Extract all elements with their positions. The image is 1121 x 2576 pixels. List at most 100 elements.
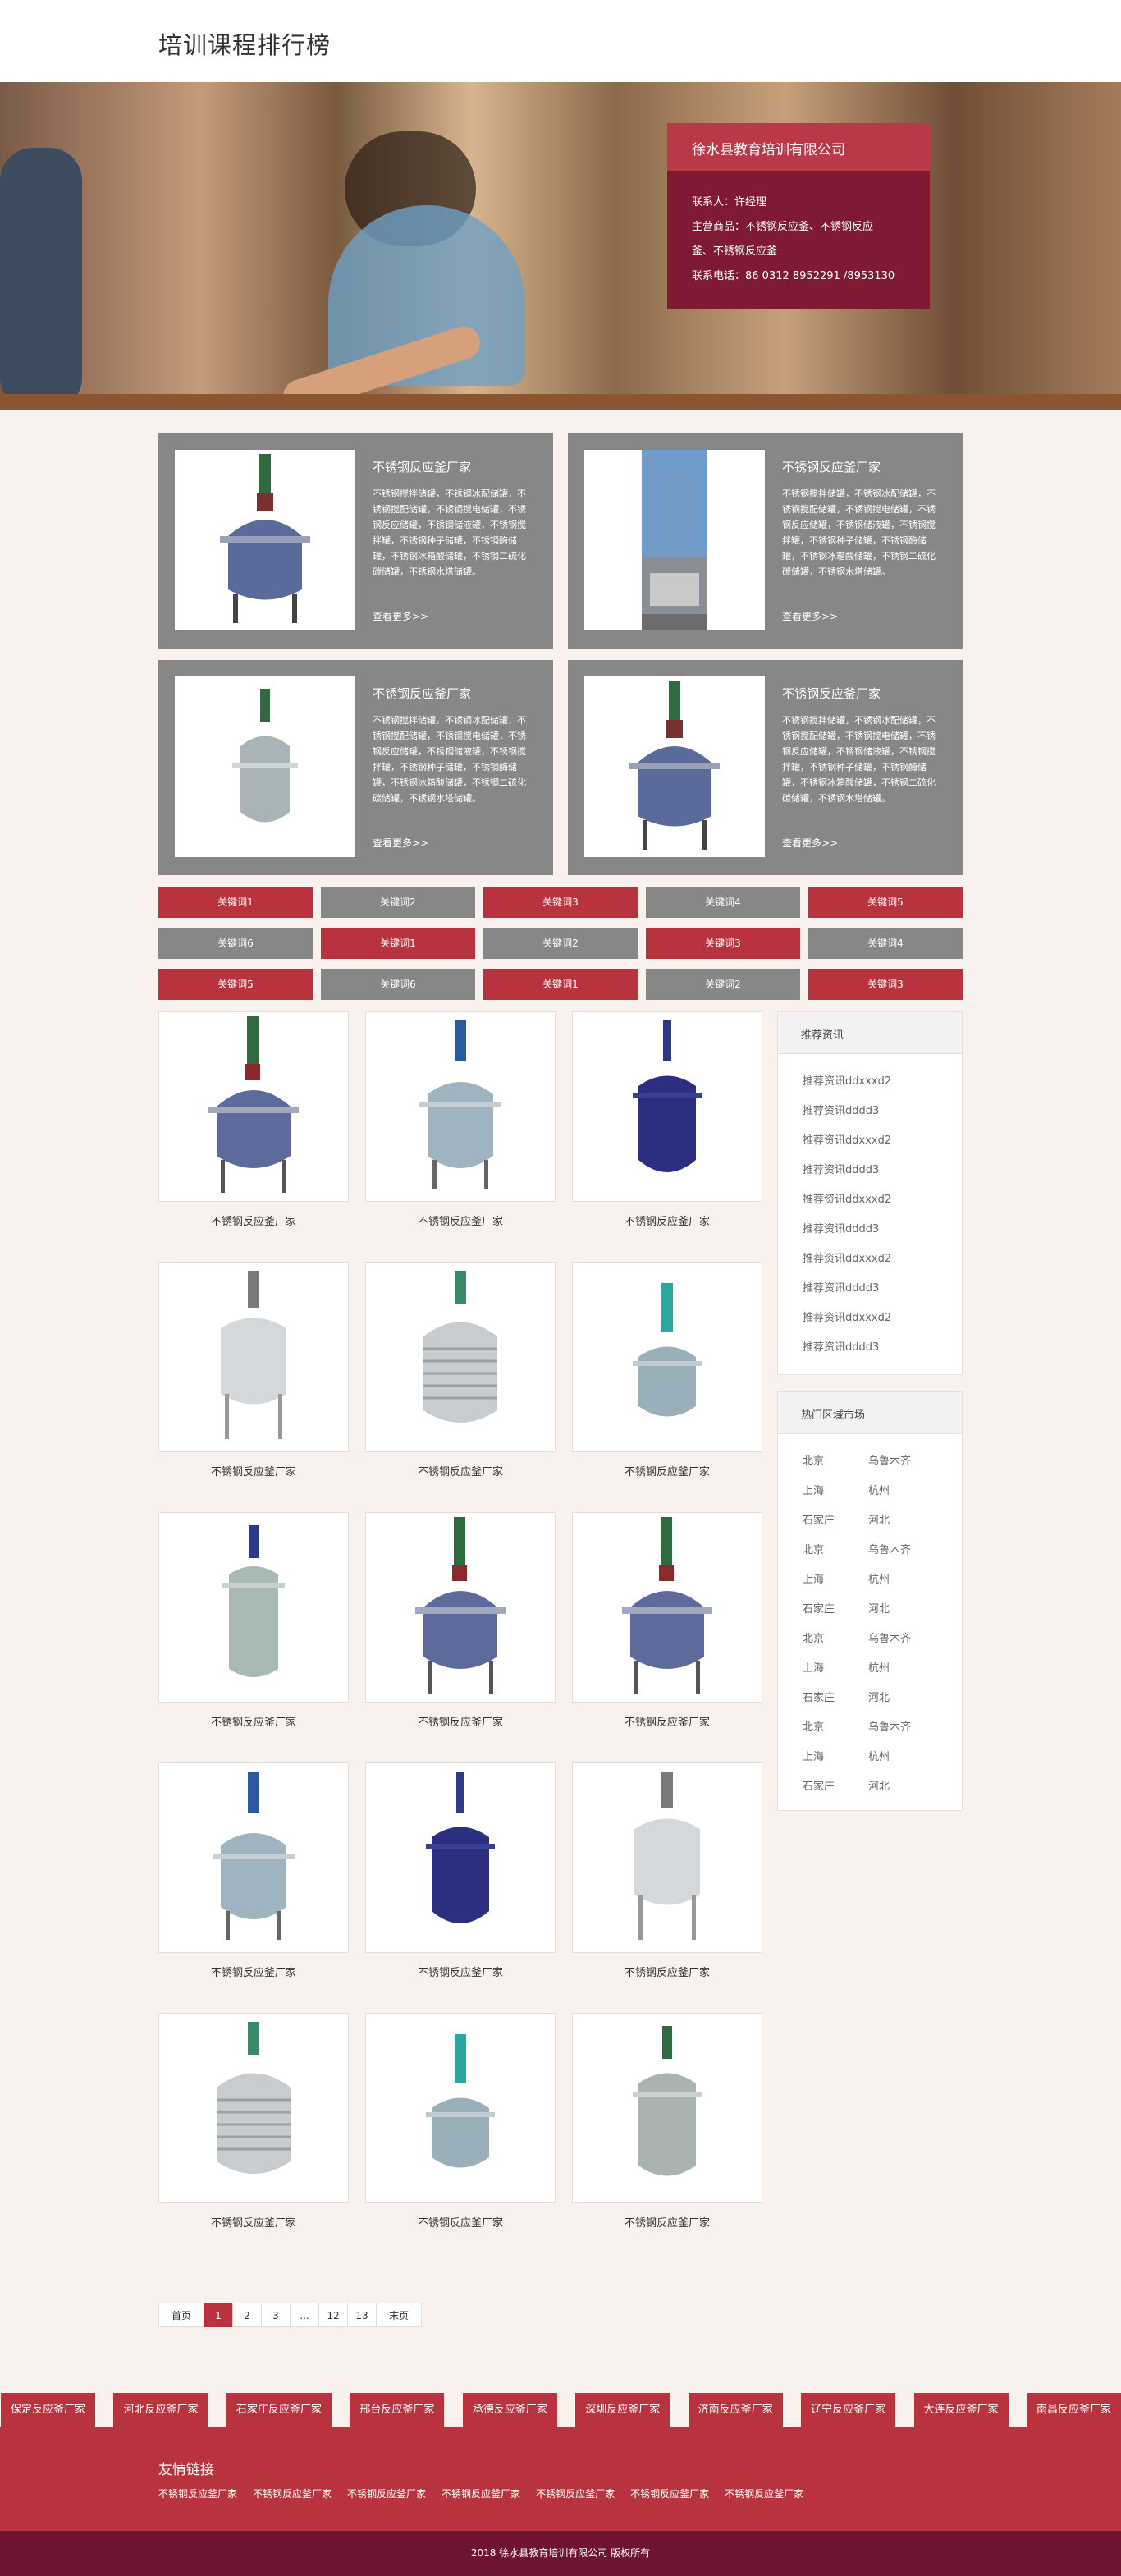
- news-link[interactable]: 推荐资讯ddxxxd2: [803, 1067, 962, 1097]
- reactor-image[interactable]: [572, 1512, 762, 1703]
- featured-card[interactable]: 不锈钢反应釜厂家 不锈钢搅拌储罐，不锈钢冰配储罐，不锈钢搅配储罐，不锈钢搅电储罐…: [158, 433, 553, 649]
- product-item[interactable]: 不锈钢反应釜厂家: [365, 1512, 556, 1729]
- news-link[interactable]: 推荐资讯ddxxxd2: [803, 1126, 962, 1156]
- product-item[interactable]: 不锈钢反应釜厂家: [158, 1512, 349, 1729]
- product-caption[interactable]: 不锈钢反应釜厂家: [572, 2214, 762, 2230]
- reactor-image[interactable]: [365, 1512, 556, 1703]
- city-reactor-link[interactable]: 承德反应釜厂家: [461, 2393, 557, 2427]
- city-link[interactable]: 上海: [803, 1743, 868, 1772]
- product-item[interactable]: 不锈钢反应釜厂家: [365, 1262, 556, 1478]
- keyword-tag[interactable]: 关键词3: [483, 887, 638, 918]
- city-link[interactable]: 河北: [868, 1684, 934, 1713]
- city-link[interactable]: 乌鲁木齐: [868, 1447, 934, 1477]
- product-item[interactable]: 不锈钢反应釜厂家: [365, 2013, 556, 2230]
- friend-link[interactable]: 不锈钢反应釜厂家: [158, 2487, 237, 2500]
- city-link[interactable]: 杭州: [868, 1743, 934, 1772]
- keyword-tag[interactable]: 关键词2: [483, 928, 638, 959]
- city-reactor-link[interactable]: 石家庄反应釜厂家: [225, 2393, 332, 2427]
- page-last-button[interactable]: 末页: [376, 2303, 422, 2327]
- city-reactor-link[interactable]: 辽宁反应釜厂家: [800, 2393, 896, 2427]
- view-more-link[interactable]: 查看更多>>: [782, 836, 838, 850]
- reactor-image[interactable]: [158, 2013, 349, 2203]
- view-more-link[interactable]: 查看更多>>: [373, 836, 428, 850]
- city-link[interactable]: 石家庄: [803, 1595, 868, 1625]
- friend-link[interactable]: 不锈钢反应釜厂家: [253, 2487, 332, 2500]
- product-caption[interactable]: 不锈钢反应釜厂家: [365, 1713, 556, 1729]
- product-item[interactable]: 不锈钢反应釜厂家: [572, 2013, 762, 2230]
- reactor-image[interactable]: [158, 1011, 349, 1202]
- keyword-tag[interactable]: 关键词5: [158, 969, 313, 1000]
- city-link[interactable]: 河北: [868, 1506, 934, 1536]
- product-item[interactable]: 不锈钢反应釜厂家: [158, 1011, 349, 1228]
- city-reactor-link[interactable]: 保定反应釜厂家: [0, 2393, 96, 2427]
- product-item[interactable]: 不锈钢反应釜厂家: [572, 1512, 762, 1729]
- product-item[interactable]: 不锈钢反应釜厂家: [365, 1762, 556, 1979]
- city-link[interactable]: 上海: [803, 1477, 868, 1506]
- page-2-button[interactable]: 2: [232, 2303, 262, 2327]
- view-more-link[interactable]: 查看更多>>: [373, 609, 428, 623]
- keyword-tag[interactable]: 关键词2: [646, 969, 800, 1000]
- product-caption[interactable]: 不锈钢反应釜厂家: [365, 2214, 556, 2230]
- product-item[interactable]: 不锈钢反应釜厂家: [158, 1762, 349, 1979]
- keyword-tag[interactable]: 关键词3: [646, 928, 800, 959]
- reactor-image[interactable]: [365, 1762, 556, 1953]
- friend-link[interactable]: 不锈钢反应釜厂家: [630, 2487, 709, 2500]
- reactor-image[interactable]: [158, 1512, 349, 1703]
- city-link[interactable]: 杭州: [868, 1477, 934, 1506]
- product-caption[interactable]: 不锈钢反应釜厂家: [158, 1463, 349, 1478]
- city-link[interactable]: 北京: [803, 1625, 868, 1654]
- featured-title[interactable]: 不锈钢反应釜厂家: [373, 458, 471, 475]
- keyword-tag[interactable]: 关键词4: [646, 887, 800, 918]
- reactor-image[interactable]: [365, 1011, 556, 1202]
- news-link[interactable]: 推荐资讯dddd3: [803, 1156, 962, 1185]
- product-caption[interactable]: 不锈钢反应釜厂家: [572, 1212, 762, 1228]
- reactor-image[interactable]: [365, 2013, 556, 2203]
- city-reactor-link[interactable]: 济南反应釜厂家: [687, 2393, 783, 2427]
- city-link[interactable]: 乌鲁木齐: [868, 1536, 934, 1565]
- reactor-image[interactable]: [158, 1262, 349, 1452]
- keyword-tag[interactable]: 关键词2: [321, 887, 475, 918]
- product-caption[interactable]: 不锈钢反应釜厂家: [158, 1713, 349, 1729]
- keyword-tag[interactable]: 关键词1: [158, 887, 313, 918]
- reactor-image[interactable]: [175, 676, 355, 857]
- city-link[interactable]: 北京: [803, 1536, 868, 1565]
- view-more-link[interactable]: 查看更多>>: [782, 609, 838, 623]
- product-caption[interactable]: 不锈钢反应釜厂家: [158, 2214, 349, 2230]
- product-item[interactable]: 不锈钢反应釜厂家: [572, 1262, 762, 1478]
- news-link[interactable]: 推荐资讯dddd3: [803, 1215, 962, 1244]
- page-3-button[interactable]: 3: [261, 2303, 291, 2327]
- city-link[interactable]: 北京: [803, 1713, 868, 1743]
- city-reactor-link[interactable]: 南昌反应釜厂家: [1025, 2393, 1121, 2427]
- reactor-image[interactable]: [175, 450, 355, 630]
- product-item[interactable]: 不锈钢反应釜厂家: [158, 2013, 349, 2230]
- city-link[interactable]: 上海: [803, 1565, 868, 1595]
- product-caption[interactable]: 不锈钢反应釜厂家: [158, 1964, 349, 1979]
- city-link[interactable]: 杭州: [868, 1565, 934, 1595]
- product-item[interactable]: 不锈钢反应釜厂家: [572, 1762, 762, 1979]
- product-caption[interactable]: 不锈钢反应釜厂家: [572, 1964, 762, 1979]
- reactor-image[interactable]: [572, 1011, 762, 1202]
- product-item[interactable]: 不锈钢反应釜厂家: [158, 1262, 349, 1478]
- city-link[interactable]: 杭州: [868, 1654, 934, 1684]
- city-reactor-link[interactable]: 邢台反应釜厂家: [349, 2393, 445, 2427]
- page-13-button[interactable]: 13: [347, 2303, 377, 2327]
- product-item[interactable]: 不锈钢反应釜厂家: [365, 1011, 556, 1228]
- page-first-button[interactable]: 首页: [158, 2303, 204, 2327]
- keyword-tag[interactable]: 关键词1: [321, 928, 475, 959]
- product-caption[interactable]: 不锈钢反应釜厂家: [572, 1713, 762, 1729]
- friend-link[interactable]: 不锈钢反应釜厂家: [536, 2487, 615, 2500]
- city-link[interactable]: 石家庄: [803, 1506, 868, 1536]
- product-caption[interactable]: 不锈钢反应釜厂家: [365, 1964, 556, 1979]
- city-link[interactable]: 石家庄: [803, 1684, 868, 1713]
- city-link[interactable]: 北京: [803, 1447, 868, 1477]
- product-caption[interactable]: 不锈钢反应釜厂家: [365, 1212, 556, 1228]
- featured-card[interactable]: 不锈钢反应釜厂家 不锈钢搅拌储罐，不锈钢冰配储罐，不锈钢搅配储罐，不锈钢搅电储罐…: [158, 660, 553, 875]
- reactor-image[interactable]: [572, 2013, 762, 2203]
- news-link[interactable]: 推荐资讯dddd3: [803, 1274, 962, 1304]
- reactor-image[interactable]: [572, 1262, 762, 1452]
- news-link[interactable]: 推荐资讯dddd3: [803, 1333, 962, 1363]
- reactor-image[interactable]: [572, 1762, 762, 1953]
- news-link[interactable]: 推荐资讯ddxxxd2: [803, 1304, 962, 1333]
- city-reactor-link[interactable]: 河北反应釜厂家: [112, 2393, 208, 2427]
- keyword-tag[interactable]: 关键词1: [483, 969, 638, 1000]
